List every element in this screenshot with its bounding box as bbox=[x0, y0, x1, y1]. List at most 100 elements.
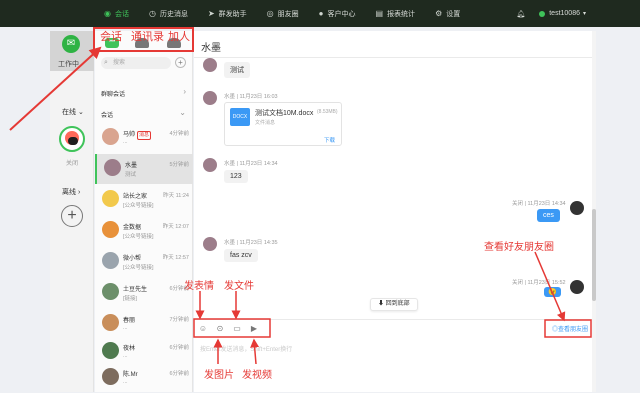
workspace-button[interactable]: ✉ 工作中 bbox=[50, 31, 94, 71]
scroll-to-bottom-label: 回到底部 bbox=[385, 301, 410, 307]
scrollbar-thumb[interactable] bbox=[592, 209, 596, 301]
list-item[interactable]: 马帅 消息 ... 4分钟前 bbox=[95, 123, 193, 153]
message-meta: 关闭 | 11月23日 14:34 bbox=[512, 201, 566, 207]
offline-section-label[interactable]: 离线 › bbox=[62, 187, 80, 197]
download-link[interactable]: 下载 bbox=[324, 136, 335, 144]
contact-name: 春丽 bbox=[123, 318, 136, 324]
gear-icon: ⚙ bbox=[435, 9, 443, 18]
avatar bbox=[102, 252, 119, 269]
nav-item-reports[interactable]: ▤ 报表统计 bbox=[376, 9, 416, 19]
message-bubble: 123 bbox=[224, 170, 248, 183]
image-icon[interactable]: ⊙ bbox=[215, 324, 225, 334]
file-icon[interactable]: ▭ bbox=[232, 324, 242, 334]
account-caption: 关闭 bbox=[66, 161, 79, 167]
moments-icon: ◎ bbox=[266, 9, 274, 18]
account-avatar[interactable] bbox=[59, 126, 85, 152]
divider bbox=[194, 57, 592, 58]
contact-time: 6分钟前 bbox=[169, 345, 189, 351]
nav-item-broadcast[interactable]: ➤ 群发助手 bbox=[208, 9, 247, 19]
view-moments-button[interactable]: ◎查看朋友圈 bbox=[552, 324, 588, 333]
contact-name: 微小帮 bbox=[123, 256, 142, 262]
annotation-video: 发视频 bbox=[242, 370, 272, 381]
nav-item-customers[interactable]: ● 客户中心 bbox=[319, 9, 356, 19]
list-item[interactable]: 陈.Mr ... 6分钟前 bbox=[95, 363, 193, 393]
contact-name-text: 马帅 bbox=[123, 132, 136, 138]
avatar-image-detail bbox=[68, 137, 78, 145]
chevron-down-icon: ⌄ bbox=[179, 108, 186, 117]
nav-item-chat[interactable]: ◉ 会话 bbox=[104, 9, 129, 19]
chat-title: 水墨 bbox=[201, 43, 221, 54]
contact-name: 水墨 bbox=[125, 163, 138, 169]
nav-item-moments[interactable]: ◎ 朋友圈 bbox=[267, 9, 299, 19]
avatar bbox=[203, 237, 217, 251]
search-placeholder: 搜索 bbox=[113, 60, 126, 66]
chat-panel: 水墨 测试 水墨 | 11月23日 16:03 DOCX 测试文档10M.doc… bbox=[194, 31, 592, 392]
contact-name: 陈.Mr bbox=[123, 372, 138, 378]
message-bubble: fas zcv bbox=[224, 249, 258, 262]
contact-time: 6分钟前 bbox=[169, 371, 189, 377]
message-meta: 关闭 | 11月23日 15:52 bbox=[512, 280, 566, 286]
contact-name: 土豆先生 bbox=[123, 287, 148, 293]
file-message-card[interactable]: DOCX 测试文档10M.docx (8.53MB) 文件消息 下载 bbox=[224, 102, 342, 146]
nav-item-label: 报表统计 bbox=[387, 10, 416, 18]
user-menu[interactable]: 🔔︎ test10086 ▾ bbox=[516, 0, 586, 27]
contact-preview: [公众号链接] bbox=[123, 203, 154, 209]
message-meta: 水墨 | 11月23日 14:35 bbox=[224, 240, 278, 246]
video-icon[interactable]: ▶ bbox=[249, 324, 259, 334]
scrollbar[interactable] bbox=[592, 31, 596, 392]
divider bbox=[194, 319, 592, 320]
contact-preview: [公众号链接] bbox=[123, 265, 154, 271]
user-icon: ● bbox=[318, 9, 324, 18]
message-bubble-self: 😉 bbox=[544, 287, 561, 297]
online-section-label[interactable]: 在线 ⌄ bbox=[62, 107, 84, 117]
avatar bbox=[102, 190, 119, 207]
group-chats-header[interactable]: 群聊会话 bbox=[101, 89, 125, 98]
list-item[interactable]: 土豆先生 [链接] 6分钟前 bbox=[95, 278, 193, 308]
search-input[interactable]: ⌕ 搜索 bbox=[101, 57, 171, 69]
avatar bbox=[102, 314, 119, 331]
contact-preview: ... bbox=[123, 139, 128, 145]
conversations-header[interactable]: 会话 bbox=[101, 110, 113, 119]
add-button[interactable]: + bbox=[175, 57, 186, 68]
contact-time: 昨天 12:07 bbox=[162, 224, 189, 230]
file-name: 测试文档10M.docx bbox=[255, 110, 314, 117]
emoji-icon[interactable]: ☺ bbox=[198, 324, 208, 334]
contact-name: 夜林 bbox=[123, 346, 136, 352]
send-icon: ➤ bbox=[207, 9, 215, 18]
arrow-down-icon: ⬇ bbox=[378, 301, 386, 307]
list-item-selected[interactable]: 水墨 测试 5分钟前 bbox=[95, 154, 193, 184]
avatar bbox=[203, 91, 217, 105]
file-size: (8.53MB) bbox=[317, 109, 338, 115]
list-item[interactable]: 春丽 ... 7分钟前 bbox=[95, 309, 193, 339]
nav-item-label: 群发助手 bbox=[218, 10, 247, 18]
message-input[interactable]: 按Enter发送消息，Shift+Enter换行 bbox=[200, 344, 292, 353]
contact-time: 昨天 11:24 bbox=[163, 193, 189, 199]
conversation-sidebar: ••• ⌕ 搜索 + 群聊会话 › 会话 ⌄ 马帅 消息 ... 4分钟前 水墨 … bbox=[95, 31, 193, 392]
contact-time: 昨天 12:57 bbox=[162, 255, 189, 261]
list-item[interactable]: 金数据 [公众号链接] 昨天 12:07 bbox=[95, 216, 193, 246]
message-meta: 水墨 | 11月23日 16:03 bbox=[224, 94, 278, 100]
avatar bbox=[102, 221, 119, 238]
avatar bbox=[102, 283, 119, 300]
list-item[interactable]: 站长之家 [公众号链接] 昨天 11:24 bbox=[95, 185, 193, 215]
avatar bbox=[570, 201, 584, 215]
avatar bbox=[102, 342, 119, 359]
account-bar: ✉ 工作中 在线 ⌄ 关闭 离线 › + bbox=[50, 31, 94, 392]
add-account-button[interactable]: + bbox=[61, 205, 83, 227]
contact-preview: ... bbox=[123, 353, 128, 359]
list-item[interactable]: 微小帮 [公众号链接] 昨天 12:57 bbox=[95, 247, 193, 277]
nav-item-history[interactable]: ◷ 历史消息 bbox=[149, 9, 188, 19]
annotation-moments: 查看好友朋友圈 bbox=[484, 242, 554, 253]
contact-time: 5分钟前 bbox=[169, 162, 189, 168]
bell-icon[interactable]: 🔔︎ bbox=[516, 10, 525, 18]
search-icon: ⌕ bbox=[104, 59, 108, 66]
nav-item-settings[interactable]: ⚙ 设置 bbox=[435, 9, 460, 19]
status-badge: 消息 bbox=[137, 131, 152, 140]
nav-item-label: 历史消息 bbox=[159, 10, 188, 18]
nav-item-label: 设置 bbox=[446, 10, 461, 18]
scroll-to-bottom-button[interactable]: ⬇ 回到底部 bbox=[370, 298, 418, 311]
message-meta: 水墨 | 11月23日 14:34 bbox=[224, 161, 278, 167]
annotation-file: 发文件 bbox=[224, 281, 254, 292]
nav-item-label: 客户中心 bbox=[327, 10, 356, 18]
contact-name: 金数据 bbox=[123, 225, 142, 231]
